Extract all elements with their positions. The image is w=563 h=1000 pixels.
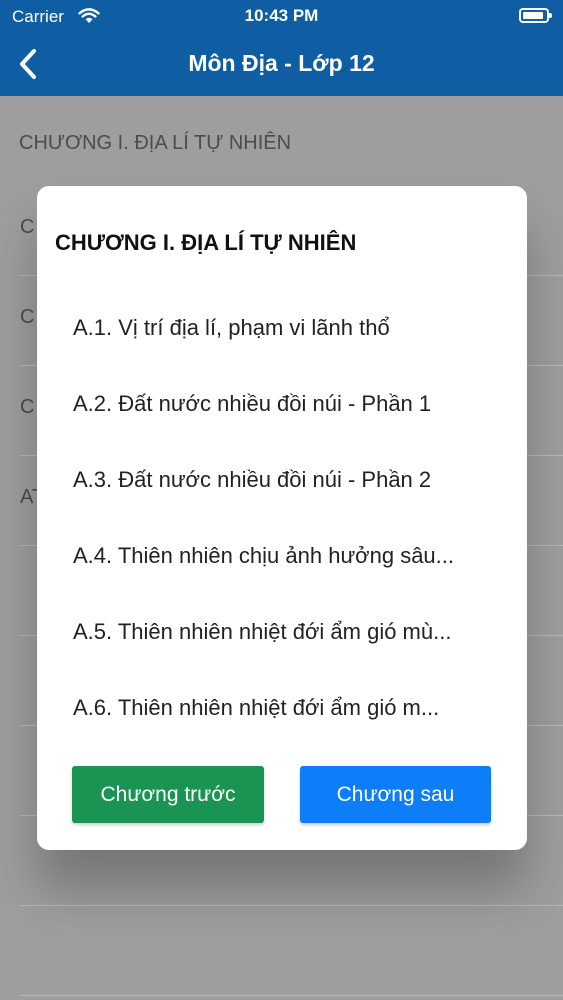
list-item-label: C (20, 396, 35, 418)
list-item[interactable] (20, 906, 563, 996)
lesson-item[interactable]: A.4. Thiên nhiên chịu ảnh hưởng sâu... (73, 518, 513, 594)
chapter-dialog: CHƯƠNG I. ĐỊA LÍ TỰ NHIÊN A.1. Vị trí đị… (37, 186, 527, 850)
lesson-item[interactable]: A.3. Đất nước nhiều đồi núi - Phần 2 (73, 442, 513, 518)
lesson-item[interactable]: A.2. Đất nước nhiều đồi núi - Phần 1 (73, 366, 513, 442)
next-chapter-button[interactable]: Chương sau (300, 766, 491, 823)
battery-icon (519, 8, 552, 23)
status-bar: Carrier 10:43 PM (0, 0, 563, 32)
previous-chapter-button[interactable]: Chương trước (72, 766, 264, 823)
lesson-item[interactable]: A.6. Thiên nhiên nhiệt đới ẩm gió m... (73, 670, 513, 746)
list-item-label: C (20, 216, 35, 238)
lesson-item[interactable]: A.5. Thiên nhiên nhiệt đới ẩm gió mù... (73, 594, 513, 670)
list-section-header: CHƯƠNG I. ĐỊA LÍ TỰ NHIÊN (19, 132, 292, 154)
nav-bar: Môn Địa - Lớp 12 (0, 32, 563, 96)
lesson-list: A.1. Vị trí địa lí, phạm vi lãnh thổ A.2… (73, 290, 513, 746)
battery-level (523, 12, 543, 19)
dialog-title: CHƯƠNG I. ĐỊA LÍ TỰ NHIÊN (55, 230, 357, 255)
list-item-label: C (20, 306, 35, 328)
page-title: Môn Địa - Lớp 12 (188, 50, 375, 76)
status-time: 10:43 PM (244, 6, 319, 25)
lesson-item[interactable]: A.1. Vị trí địa lí, phạm vi lãnh thổ (73, 290, 513, 366)
